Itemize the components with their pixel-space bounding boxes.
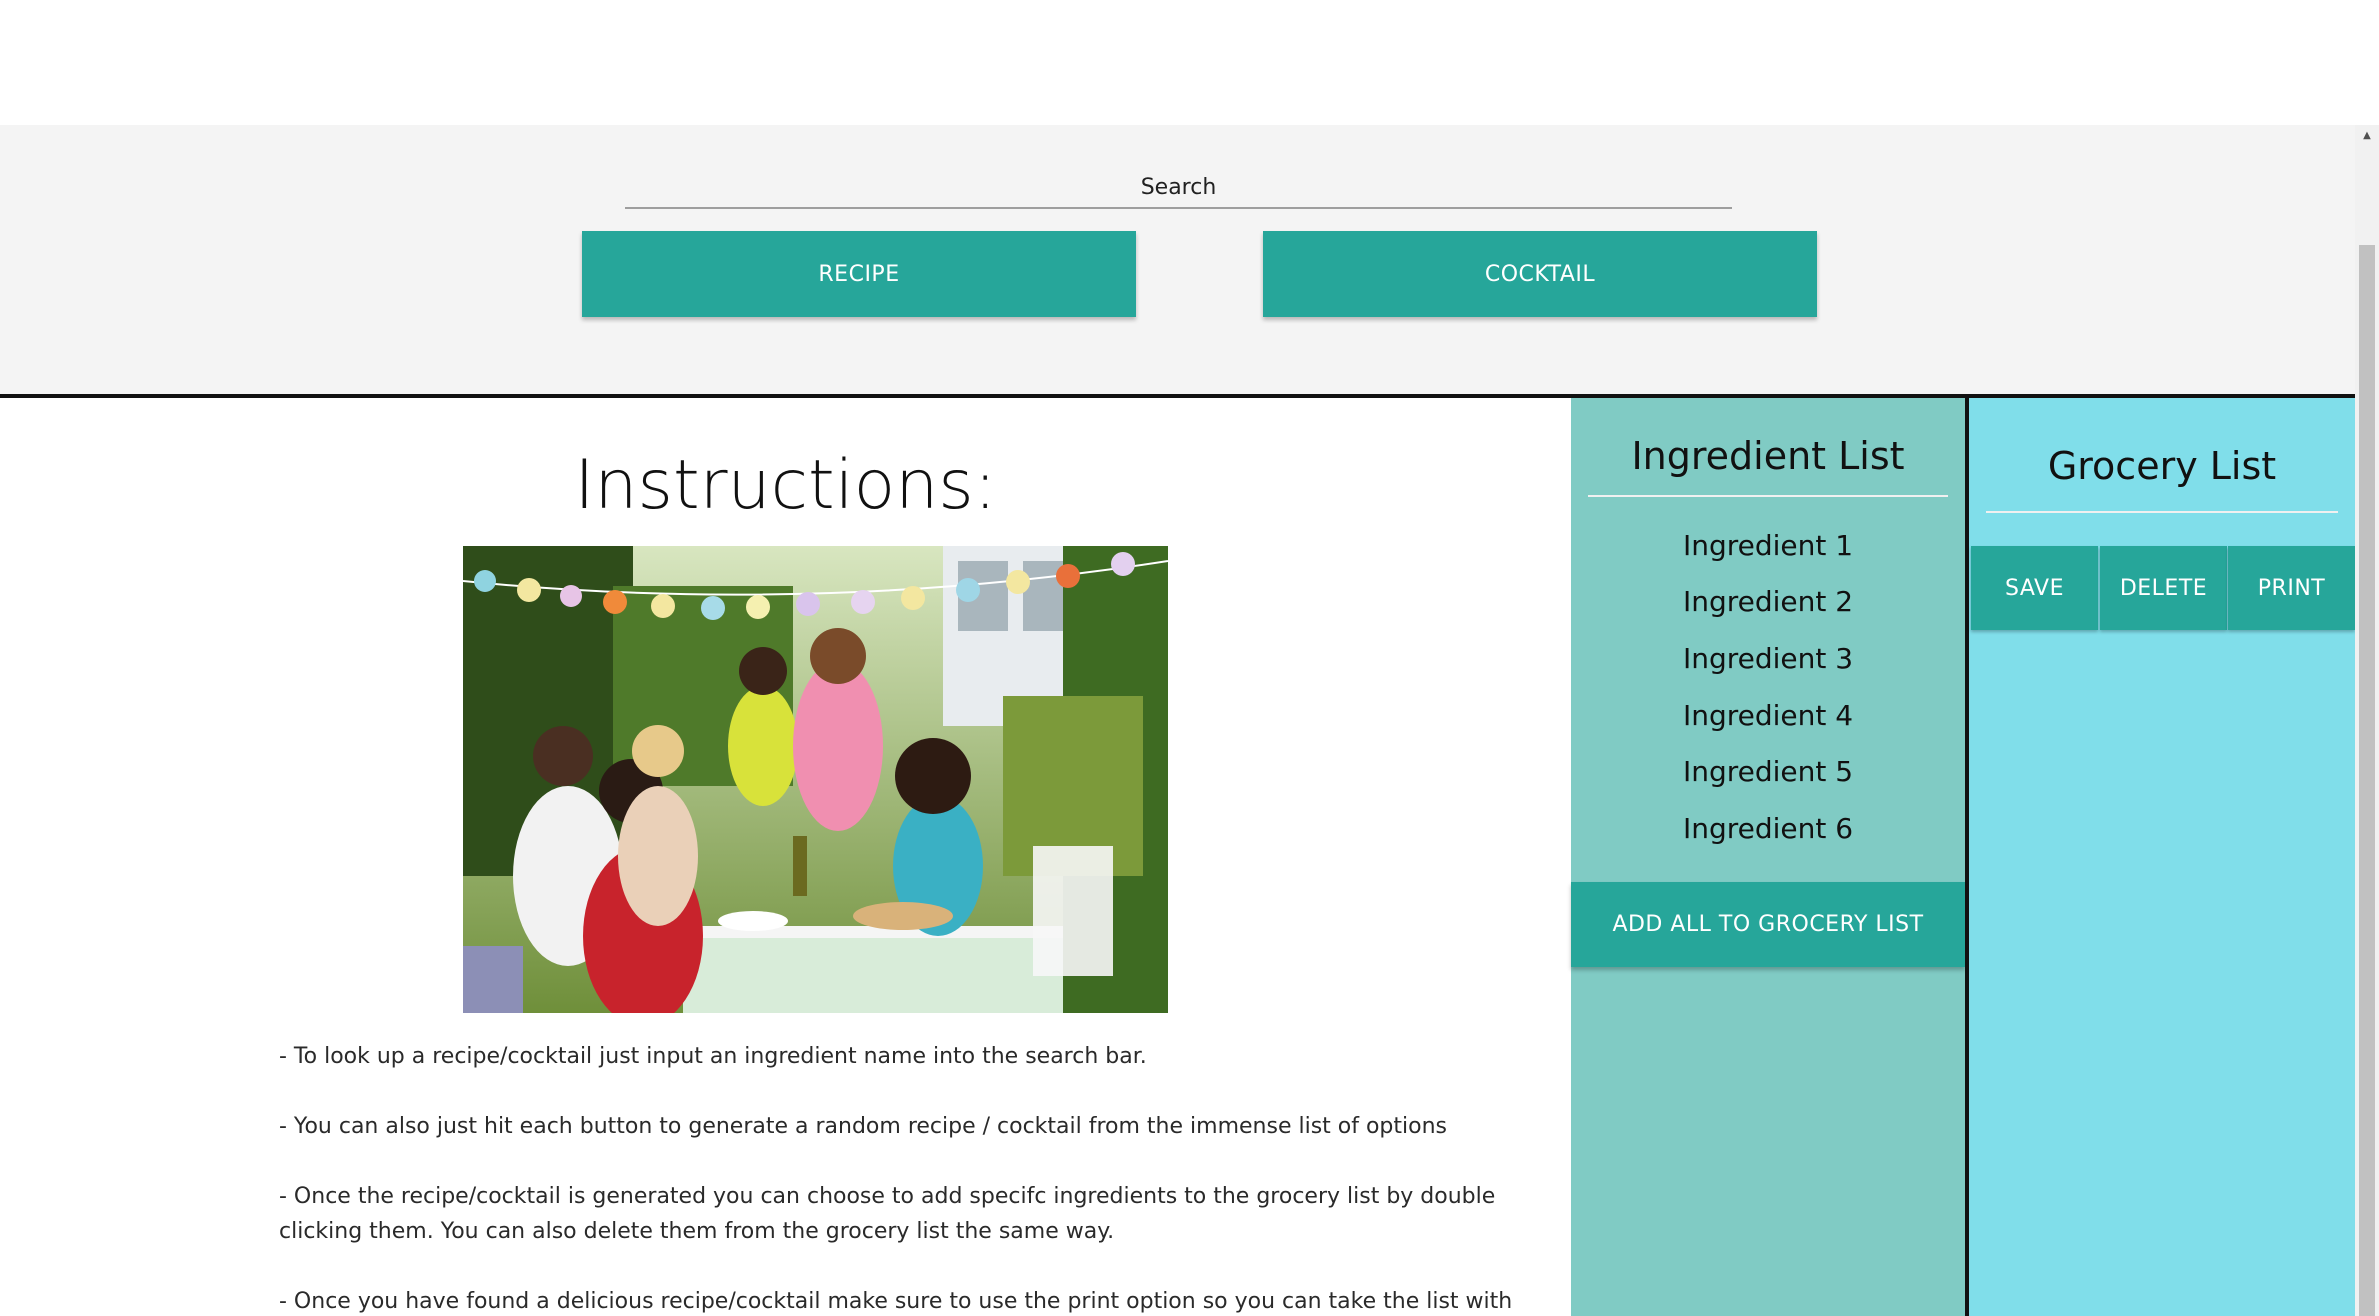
search-input[interactable]: Search [625, 165, 1732, 209]
instruction-paragraph: - Once the recipe/cocktail is generated … [279, 1184, 1496, 1244]
ingredient-item[interactable]: Ingredient 6 [1571, 812, 1965, 845]
scroll-up-arrow-icon[interactable]: ▲ [2355, 125, 2379, 145]
grocery-list-underline [1986, 511, 2338, 513]
add-all-to-grocery-button[interactable]: ADD ALL TO GROCERY LIST [1571, 882, 1965, 967]
ingredient-list-panel: Ingredient List Ingredient 1 Ingredient … [1571, 398, 1965, 1316]
instructions-section: Instructions: - To look up a recipe/cock… [0, 398, 1571, 1316]
search-section: Search RECIPE COCKTAIL [0, 125, 2355, 395]
search-label: Search [1140, 175, 1217, 200]
top-blank-area [0, 0, 2355, 125]
ingredient-item[interactable]: Ingredient 2 [1571, 585, 1965, 618]
save-button[interactable]: SAVE [1971, 546, 2098, 630]
instruction-paragraph: - Once you have found a delicious recipe… [279, 1289, 1513, 1314]
cocktail-button[interactable]: COCKTAIL [1263, 231, 1817, 317]
delete-button[interactable]: DELETE [2100, 546, 2227, 630]
party-photo [463, 546, 1168, 1013]
instruction-paragraph: - You can also just hit each button to g… [279, 1114, 1447, 1139]
ingredient-item[interactable]: Ingredient 5 [1571, 755, 1965, 788]
scrollbar-thumb[interactable] [2359, 245, 2375, 1316]
ingredient-item[interactable]: Ingredient 3 [1571, 642, 1965, 675]
instruction-paragraph: - To look up a recipe/cocktail just inpu… [279, 1044, 1147, 1069]
ingredient-list-underline [1588, 495, 1948, 497]
print-button[interactable]: PRINT [2228, 546, 2355, 630]
instructions-title: Instructions: [574, 446, 997, 525]
grocery-list-panel: Grocery List SAVE DELETE PRINT [1969, 398, 2355, 1316]
ingredient-item[interactable]: Ingredient 4 [1571, 699, 1965, 732]
grocery-list-title: Grocery List [2047, 444, 2277, 488]
recipe-button[interactable]: RECIPE [582, 231, 1136, 317]
ingredient-list-title: Ingredient List [1631, 434, 1905, 478]
page-scrollbar[interactable]: ▲ [2355, 125, 2379, 1316]
ingredient-item[interactable]: Ingredient 1 [1571, 529, 1965, 562]
